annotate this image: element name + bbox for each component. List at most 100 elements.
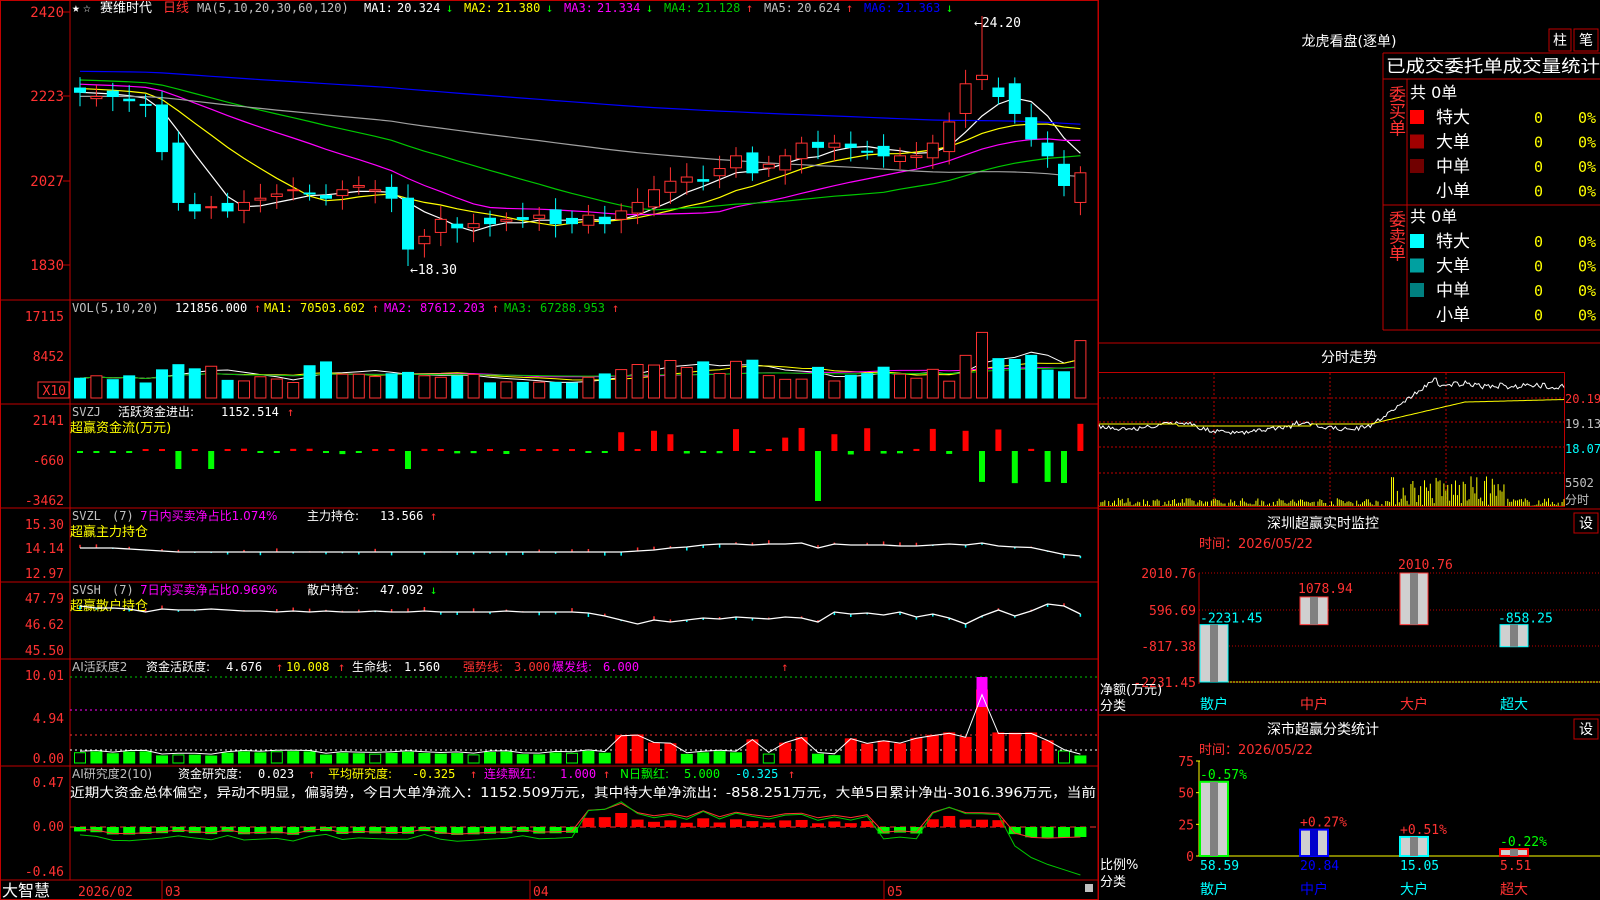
szm-xlabel: 分类 — [1100, 699, 1126, 714]
candle-body — [959, 83, 972, 114]
candle-body — [303, 192, 316, 195]
act-bar — [516, 754, 529, 764]
ma-label-6: MA6: — [864, 1, 893, 15]
dt-tick-label: 笔 — [1579, 33, 1593, 49]
rs-tick-2: -0.46 — [25, 865, 64, 880]
szc-bar-chart[interactable]: 75 50 25 0 -0.57% 58.59 散户 +0.27% 20.84 中户 +0.51% 1… — [1178, 755, 1600, 898]
volume-bar — [369, 376, 382, 399]
stock-name[interactable]: 赛维时代 — [100, 0, 152, 16]
act-bar — [1008, 732, 1021, 764]
fund-bar — [831, 434, 838, 451]
intraday-plot[interactable] — [1098, 373, 1565, 506]
candle-body — [484, 217, 496, 225]
act-bar — [467, 754, 480, 764]
szm-ylabel: 净额(万元) — [1100, 683, 1162, 698]
volume-bar — [500, 381, 513, 399]
act-bar — [221, 752, 234, 764]
candle-body — [795, 142, 808, 160]
vol-ma2-arrow: ↑ — [492, 301, 499, 315]
fund-bar — [815, 451, 821, 501]
dt-sell-pct-0: 0% — [1578, 233, 1596, 251]
fund-bar — [733, 429, 739, 451]
retail-plot[interactable] — [79, 603, 1082, 628]
candle-body — [730, 155, 742, 169]
fund-bar — [864, 428, 871, 451]
vol-ma3: 67288.953 — [540, 301, 605, 315]
act-bar — [90, 751, 103, 764]
candle-body — [976, 74, 988, 81]
volume-bar — [861, 373, 874, 399]
volume-bar — [270, 378, 283, 399]
szm-category-0: 散户 — [1200, 696, 1228, 713]
candle-body — [894, 155, 906, 162]
act-bar — [680, 753, 693, 764]
szc-value-0: 58.59 — [1200, 859, 1239, 874]
volume-bar — [205, 365, 218, 399]
ma-label-5: MA5: — [764, 1, 793, 15]
fund-bar — [241, 448, 247, 451]
act-bar — [352, 753, 365, 764]
vol-ma2: 87612.203 — [420, 301, 485, 315]
activity-plot[interactable]: ↑ — [70, 660, 1098, 764]
rs-tick-1: 0.00 — [33, 820, 64, 835]
candle-body — [926, 142, 939, 159]
fund-bar — [536, 449, 543, 451]
fund-bar — [1077, 423, 1084, 451]
dt-buy-pct-3: 0% — [1578, 183, 1596, 201]
fund-bar — [159, 449, 165, 451]
ma-value-2: 21.380 — [497, 1, 540, 15]
rs-bar — [697, 818, 710, 827]
rs-bar — [598, 817, 611, 827]
szm-bar-shade-0 — [1210, 624, 1218, 682]
dt-sell-name-3: 小单 — [1436, 306, 1470, 326]
mh-desc: 7日内买卖净占比1.074% — [140, 508, 277, 523]
fund-tick-1: -660 — [33, 454, 64, 469]
dt-sell-value-2: 0 — [1534, 282, 1543, 300]
szm-category-3: 超大 — [1500, 697, 1528, 713]
act-tick-0: 10.01 — [25, 669, 64, 684]
fund-bar — [847, 451, 854, 455]
dt-sell-total: 共 0单 — [1410, 207, 1457, 226]
ma-value-1: 20.324 — [397, 1, 440, 15]
szc-bar-shade-2 — [1410, 836, 1418, 856]
volume-bar — [959, 354, 972, 399]
volume-bar — [598, 373, 611, 399]
szm-bar-shade-1 — [1310, 596, 1318, 625]
szc-date: 时间：2026/05/22 — [1199, 743, 1313, 758]
candle-body — [254, 197, 267, 201]
main-hold-plot[interactable] — [79, 540, 1082, 559]
period-label[interactable]: 日线 — [163, 1, 189, 16]
volume-bar — [730, 360, 742, 399]
act-bar — [156, 755, 168, 764]
volume-bar — [779, 378, 792, 399]
candle-body — [664, 180, 677, 193]
szm-value-label-0: -2231.45 — [1200, 612, 1263, 627]
rs-n-label: N日飘红: — [620, 766, 669, 781]
price-plot[interactable]: ←24.20 ←18.30 — [74, 16, 1087, 278]
act-bar — [943, 732, 956, 764]
ma-label-4: MA4: — [664, 1, 693, 15]
volume-bar — [254, 376, 267, 399]
act-bar — [959, 736, 972, 764]
candle-body — [762, 163, 775, 169]
research-plot[interactable] — [70, 801, 1098, 876]
fund-bar — [372, 449, 379, 451]
volume-plot[interactable] — [74, 331, 1087, 399]
candle-body — [992, 87, 1005, 98]
bottom-axis: 大智慧 2026/02 03 04 05 — [2, 880, 1093, 900]
candle-body — [106, 90, 119, 98]
candle-body — [74, 87, 86, 93]
volume-bar — [1074, 340, 1087, 399]
szc-bar-shade-0 — [1210, 781, 1218, 856]
price-tick-3: 1830 — [30, 258, 64, 274]
rs-bar — [894, 827, 906, 833]
volume-y-axis: 17115 8452 X10 — [25, 310, 70, 399]
szm-bar-chart[interactable]: 2010.76596.69-817.38-2231.45-2231.45散户10… — [1133, 558, 1600, 713]
act-bar — [434, 753, 447, 764]
rs-tick-0: 0.47 — [33, 776, 64, 791]
act-bar — [238, 751, 250, 764]
fund-flow-plot[interactable] — [77, 423, 1084, 501]
fund-bar — [388, 449, 395, 451]
stock-chart-canvas[interactable]: ★ ☆ 赛维时代 日线 MA(5,10,20,30,60,120) MA1: 20… — [0, 0, 1600, 900]
act-bar — [598, 752, 611, 764]
